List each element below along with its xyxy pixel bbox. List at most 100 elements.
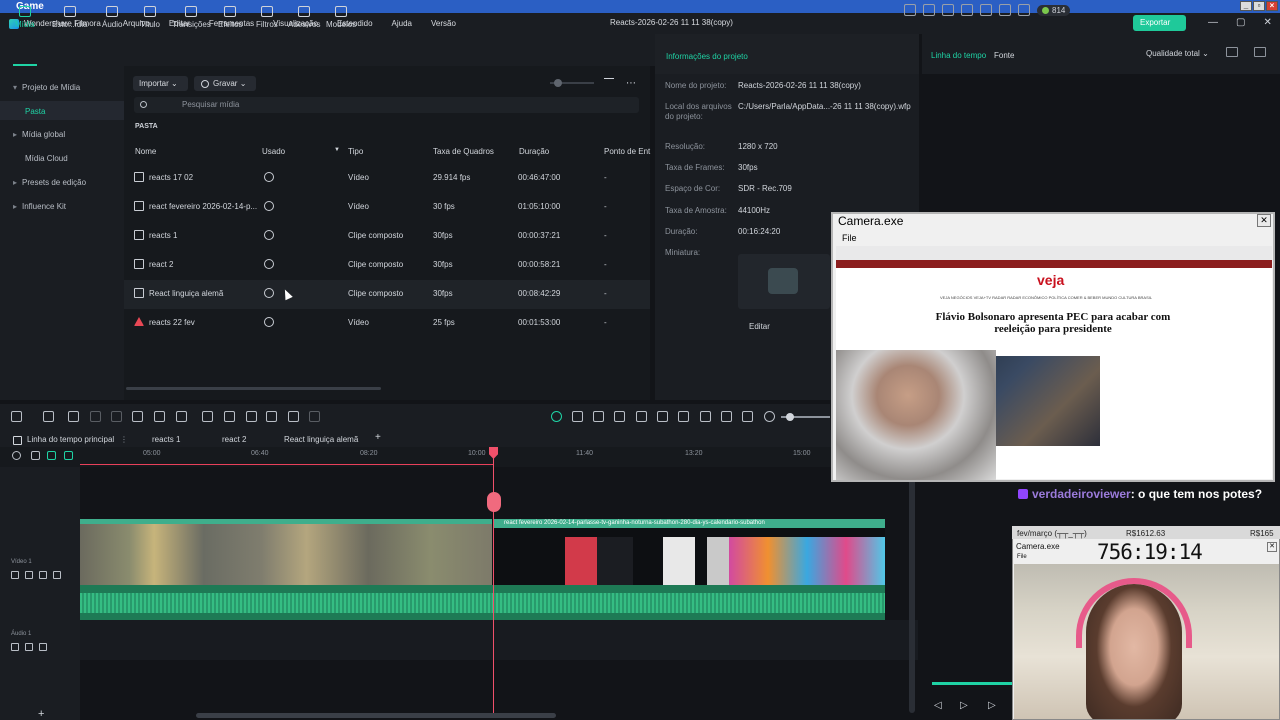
camera-close-button[interactable]: ✕	[1257, 214, 1271, 227]
playhead-handle[interactable]	[487, 492, 501, 512]
tool-media[interactable]: Mídia	[15, 6, 35, 29]
color-icon[interactable]	[636, 411, 647, 422]
tool-audio[interactable]: Áudio	[102, 6, 122, 29]
volume-icon[interactable]	[25, 571, 33, 579]
minimize-icon[interactable]: —	[1208, 17, 1218, 28]
close-icon[interactable]: ✕	[1263, 17, 1271, 28]
tab-react-linguica[interactable]: React linguiça alemã	[284, 435, 358, 444]
record-button[interactable]: Gravar ⌄	[194, 76, 256, 91]
speed-icon[interactable]	[309, 411, 320, 422]
menu-versao[interactable]: Versão	[431, 19, 456, 28]
delete-icon[interactable]	[111, 411, 122, 422]
playback-progress-bar[interactable]	[932, 682, 1012, 685]
crop-icon[interactable]	[176, 411, 187, 422]
media-row[interactable]: reacts 1 Clipe composto 30fps 00:00:37:2…	[124, 222, 650, 251]
audio-waveform-clip[interactable]	[80, 585, 885, 620]
support-icon[interactable]	[999, 4, 1011, 16]
snap-icon[interactable]	[12, 451, 21, 460]
marker-icon[interactable]	[593, 411, 604, 422]
monitor-icon[interactable]	[980, 4, 992, 16]
sort-arrow-icon[interactable]: ▼	[334, 147, 340, 153]
magnet-icon[interactable]	[47, 451, 56, 460]
next-frame-icon[interactable]: ▷	[988, 700, 996, 711]
ai-search-icon[interactable]	[224, 411, 235, 422]
tool-stock-media[interactable]: Esto...ídia	[52, 6, 88, 29]
media-horizontal-scrollbar[interactable]	[126, 387, 381, 390]
tool-stickers[interactable]: Adesivos	[288, 6, 320, 29]
timeline-horizontal-scrollbar[interactable]	[196, 713, 556, 718]
more-options-icon[interactable]: ⋯	[626, 78, 636, 89]
layout-icon[interactable]	[942, 4, 954, 16]
ai-text-icon[interactable]	[202, 411, 213, 422]
sidebar-item-cloud-media[interactable]: Mídia Cloud	[25, 154, 68, 163]
quality-dropdown[interactable]: Qualidade total ⌄	[1146, 49, 1209, 58]
tool-title[interactable]: Título	[140, 6, 160, 29]
maximize-icon[interactable]: ▢	[1236, 17, 1245, 28]
eye-icon[interactable]	[53, 571, 61, 579]
audio-track-lane[interactable]	[80, 620, 918, 660]
column-frame-rate[interactable]: Taxa de Quadros	[433, 147, 494, 156]
ripple-icon[interactable]	[64, 451, 73, 460]
add-tab-icon[interactable]: +	[375, 432, 381, 443]
split-icon[interactable]	[132, 411, 143, 422]
export-button[interactable]: Exportar	[1133, 15, 1186, 31]
microphone-icon[interactable]	[678, 411, 689, 422]
tab-main-timeline[interactable]: Linha do tempo principal	[12, 435, 114, 445]
tab-timeline[interactable]: Linha do tempo	[931, 51, 986, 60]
os-maximize-button[interactable]: ▫	[1253, 1, 1265, 11]
link-icon[interactable]	[31, 451, 40, 460]
export-frame-icon[interactable]	[246, 411, 257, 422]
edit-thumbnail-button[interactable]: Editar	[749, 322, 770, 331]
lock-icon[interactable]	[11, 643, 19, 651]
tool-filters[interactable]: Filtros	[256, 6, 278, 29]
video-clip-2[interactable]	[493, 519, 885, 585]
thumbnail-size-slider[interactable]	[550, 79, 594, 87]
media-row[interactable]: react fevereiro 2026-02-14-p... Vídeo 30…	[124, 193, 650, 222]
timeline-zoom-slider[interactable]	[781, 413, 830, 421]
previous-frame-icon[interactable]: ◁	[934, 700, 942, 711]
add-track-icon[interactable]: +	[38, 708, 44, 720]
lock-icon[interactable]	[11, 571, 19, 579]
layout-icon[interactable]	[11, 411, 22, 422]
tool-templates[interactable]: Modelos	[326, 6, 356, 29]
os-minimize-button[interactable]: _	[1240, 1, 1252, 11]
filter-icon[interactable]	[604, 78, 614, 88]
zoom-slider-knob[interactable]	[786, 413, 794, 421]
column-name[interactable]: Nome	[135, 147, 156, 156]
ai-assistant-icon[interactable]	[551, 411, 562, 422]
mute-icon[interactable]	[39, 643, 47, 651]
shield-icon[interactable]	[657, 411, 668, 422]
tool-effects[interactable]: Efeitos	[218, 6, 242, 29]
gift-icon[interactable]	[904, 4, 916, 16]
search-media-input[interactable]: Pesquisar mídia	[134, 97, 639, 113]
slider-knob[interactable]	[554, 79, 562, 87]
media-row[interactable]: reacts 17 02 Vídeo 29.914 fps 00:46:47:0…	[124, 164, 650, 193]
video-clip-1[interactable]	[80, 519, 492, 585]
redo-icon[interactable]	[90, 411, 101, 422]
captions-icon[interactable]	[721, 411, 732, 422]
import-button[interactable]: Importar ⌄	[133, 76, 188, 91]
media-row[interactable]: reacts 22 fev Vídeo 25 fps 00:01:53:00 -	[124, 309, 650, 338]
volume-icon[interactable]	[25, 643, 33, 651]
media-row[interactable]: react 2 Clipe composto 30fps 00:00:58:21…	[124, 251, 650, 280]
effects-mask-icon[interactable]	[614, 411, 625, 422]
mixer-icon[interactable]	[700, 411, 711, 422]
tab-react-2[interactable]: react 2	[222, 435, 246, 444]
tab-options-icon[interactable]: ⋮	[120, 435, 128, 444]
ai-tools-icon[interactable]	[288, 411, 299, 422]
sidebar-item-edit-presets[interactable]: ▸ Presets de edição	[13, 178, 86, 187]
auto-sync-icon[interactable]	[572, 411, 583, 422]
sidebar-item-influence-kit[interactable]: ▸ Influence Kit	[13, 202, 66, 211]
camera-menu-file[interactable]: File	[842, 233, 857, 243]
tab-reacts-1[interactable]: reacts 1	[152, 435, 180, 444]
pip-icon[interactable]	[742, 411, 753, 422]
freeze-icon[interactable]	[266, 411, 277, 422]
sidebar-item-project-media[interactable]: ▾ Projeto de Mídia	[13, 83, 80, 92]
save-icon[interactable]	[961, 4, 973, 16]
compare-view-icon[interactable]	[1226, 47, 1238, 57]
os-close-button[interactable]: ×	[1266, 1, 1278, 11]
zoom-out-icon[interactable]	[764, 411, 775, 422]
tool-transitions[interactable]: Transições	[172, 6, 211, 29]
media-row[interactable]: React linguiça alemã Clipe composto 30fp…	[124, 280, 650, 309]
project-thumbnail[interactable]	[738, 254, 830, 309]
